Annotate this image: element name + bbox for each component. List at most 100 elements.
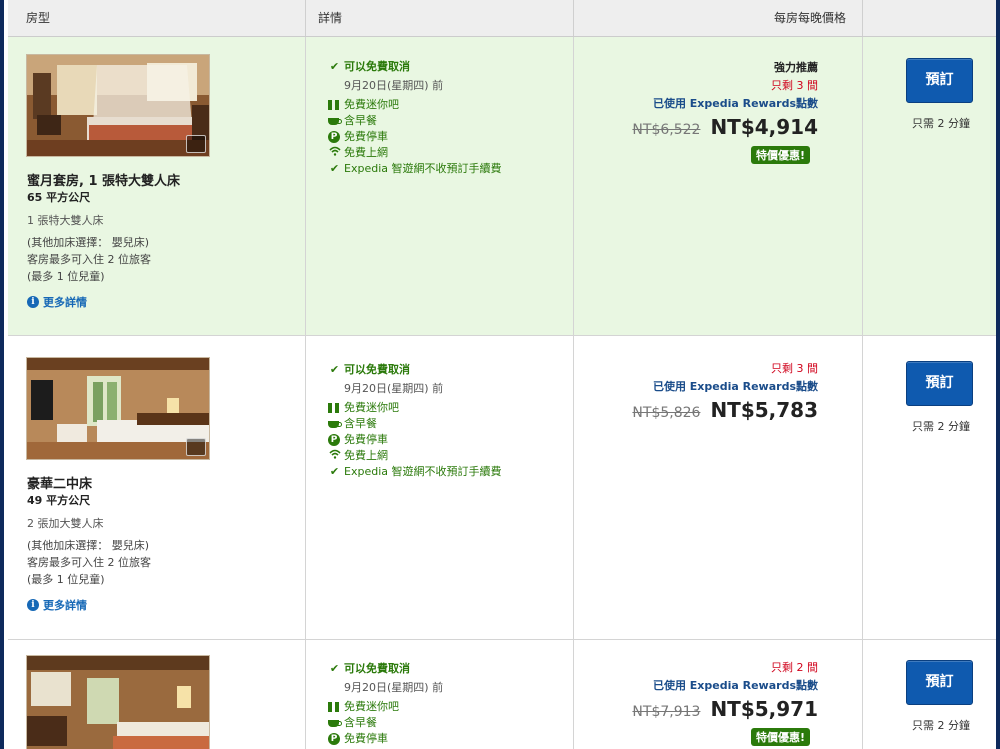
room-size: 49 平方公尺: [27, 494, 91, 507]
book-note: 只需 2 分鐘: [912, 719, 970, 732]
rewards-label: 已使用 Expedia Rewards點數: [652, 380, 818, 393]
rooms-left: 只剩 3 間: [771, 79, 818, 92]
free-cancel-label: 可以免費取消: [344, 363, 410, 376]
book-note: 只需 2 分鐘: [912, 117, 970, 130]
coffee-cup-icon: [328, 719, 342, 727]
wifi-icon: [328, 448, 341, 464]
room-list-frame: 房型 詳情 每房每晚價格 蜜月套房, 1 張特大雙人床 65 平方公尺 1 張特…: [0, 0, 1000, 749]
amenity-label: 免費迷你吧: [344, 700, 399, 713]
amenity-label: 免費上網: [344, 146, 388, 159]
current-price: NT$5,971: [710, 697, 818, 721]
book-button[interactable]: 預訂: [906, 361, 973, 406]
amenity-label: 免費停車: [344, 732, 388, 745]
room-photo-image: [27, 358, 209, 459]
amenity-breakfast: 含早餐: [328, 416, 502, 432]
checkmark-icon: ✔: [329, 60, 340, 73]
header-book: [863, 0, 996, 36]
info-icon: i: [27, 296, 39, 308]
gallery-icon: [186, 135, 206, 153]
old-price: NT$6,522: [632, 122, 701, 138]
header-price: 每房每晚價格: [574, 0, 863, 36]
old-price: NT$5,826: [632, 405, 701, 421]
extra-bed-option: (其他加床選擇： 嬰兒床): [27, 539, 150, 552]
deal-badge: 特價優惠!: [750, 146, 810, 164]
rewards-label: 已使用 Expedia Rewards點數: [652, 97, 818, 110]
price-cell: 強力推薦 只剩 3 間 已使用 Expedia Rewards點數 NT$6,5…: [574, 37, 863, 335]
current-price: NT$5,783: [710, 398, 818, 422]
free-cancel-label: 可以免費取消: [344, 60, 410, 73]
free-cancel-label: 可以免費取消: [344, 662, 410, 675]
rooms-left: 只剩 2 間: [771, 661, 818, 674]
amenity-minibar: 免費迷你吧: [328, 97, 502, 113]
free-cancel-line: ✔ 可以免費取消: [328, 362, 502, 378]
price-cell: 只剩 2 間 已使用 Expedia Rewards點數 NT$7,913 NT…: [574, 640, 863, 749]
extra-bed-option: (其他加床選擇： 嬰兒床): [27, 236, 150, 249]
price-cell: 只剩 3 間 已使用 Expedia Rewards點數 NT$5,826 NT…: [574, 336, 863, 639]
price-block: NT$6,522 NT$4,914: [632, 115, 818, 143]
parking-icon: P: [328, 733, 340, 745]
book-cell: 預訂 只需 2 分鐘: [863, 640, 996, 749]
amenity-label: 免費迷你吧: [344, 98, 399, 111]
room-size: 65 平方公尺: [27, 191, 91, 204]
room-row: 豪華二中床 49 平方公尺 2 張加大雙人床 (其他加床選擇： 嬰兒床) 客房最…: [8, 336, 996, 640]
checkmark-icon: ✔: [329, 662, 340, 675]
gift-icon: [328, 702, 339, 712]
amenity-breakfast: 含早餐: [328, 113, 502, 129]
coffee-cup-icon: [328, 420, 342, 428]
amenity-minibar: 免費迷你吧: [328, 400, 502, 416]
max-guests: 客房最多可入住 2 位旅客: [27, 253, 151, 266]
room-occupancy: (其他加床選擇： 嬰兒床) 客房最多可入住 2 位旅客 (最多 1 位兒童): [27, 234, 151, 285]
amenity-label: Expedia 智遊網不收預訂手續費: [344, 162, 502, 175]
amenity-label: 含早餐: [344, 417, 377, 430]
room-photo[interactable]: [26, 655, 210, 749]
coffee-cup-icon: [328, 117, 342, 125]
checkmark-icon: ✔: [329, 363, 340, 376]
table-header: 房型 詳情 每房每晚價格: [8, 0, 996, 37]
more-details-link[interactable]: i 更多詳情: [27, 597, 87, 613]
header-details: 詳情: [306, 0, 574, 36]
price-block: NT$5,826 NT$5,783: [632, 398, 818, 426]
book-button[interactable]: 預訂: [906, 58, 973, 103]
book-note: 只需 2 分鐘: [912, 420, 970, 433]
more-details-label: 更多詳情: [43, 599, 87, 612]
parking-icon: P: [328, 434, 340, 446]
amenity-label: 含早餐: [344, 114, 377, 127]
book-cell: 預訂 只需 2 分鐘: [863, 336, 996, 639]
more-details-link[interactable]: i 更多詳情: [27, 294, 87, 310]
more-details-label: 更多詳情: [43, 296, 87, 309]
checkmark-icon: ✔: [329, 162, 340, 175]
rooms-left: 只剩 3 間: [771, 362, 818, 375]
amenity-wifi: 免費上網: [328, 145, 502, 161]
room-name[interactable]: 蜜月套房, 1 張特大雙人床: [27, 170, 180, 189]
gift-icon: [328, 403, 339, 413]
current-price: NT$4,914: [710, 115, 818, 139]
gift-icon: [328, 100, 339, 110]
details-cell: ✔ 可以免費取消 9月20日(星期四) 前 免費迷你吧 含早餐 P 免費停車 免費上…: [306, 37, 574, 335]
amenity-label: 免費上網: [344, 449, 388, 462]
amenity-minibar: 免費迷你吧: [328, 699, 443, 715]
cancel-deadline: 9月20日(星期四) 前: [344, 382, 444, 395]
room-photo[interactable]: [26, 357, 210, 460]
price-block: NT$7,913 NT$5,971: [632, 697, 818, 725]
amenity-no-fee: ✔ Expedia 智遊網不收預訂手續費: [328, 464, 502, 480]
amenity-parking: P 免費停車: [328, 731, 443, 747]
deal-badge: 特價優惠!: [750, 728, 810, 746]
wifi-icon: [328, 145, 341, 161]
max-children: (最多 1 位兒童): [27, 270, 105, 283]
room-name[interactable]: 豪華二中床: [27, 473, 92, 492]
max-children: (最多 1 位兒童): [27, 573, 105, 586]
book-cell: 預訂 只需 2 分鐘: [863, 37, 996, 335]
header-room-type: 房型: [8, 0, 306, 36]
room-bed-type: 1 張特大雙人床: [27, 214, 104, 227]
amenity-parking: P 免費停車: [328, 432, 502, 448]
free-cancel-line: ✔ 可以免費取消: [328, 661, 443, 677]
room-photo[interactable]: [26, 54, 210, 157]
amenity-no-fee: ✔ Expedia 智遊網不收預訂手續費: [328, 161, 502, 177]
gallery-icon: [186, 438, 206, 456]
room-photo-image: [27, 656, 209, 749]
book-button[interactable]: 預訂: [906, 660, 973, 705]
amenity-label: 免費停車: [344, 433, 388, 446]
room-info-cell: 豪華二中床 49 平方公尺 2 張加大雙人床 (其他加床選擇： 嬰兒床) 客房最…: [8, 336, 306, 639]
room-info-cell: 蜜月套房, 1 張特大雙人床 65 平方公尺 1 張特大雙人床 (其他加床選擇：…: [8, 37, 306, 335]
details-cell: ✔ 可以免費取消 9月20日(星期四) 前 免費迷你吧 含早餐 P 免費停車 免費上…: [306, 336, 574, 639]
